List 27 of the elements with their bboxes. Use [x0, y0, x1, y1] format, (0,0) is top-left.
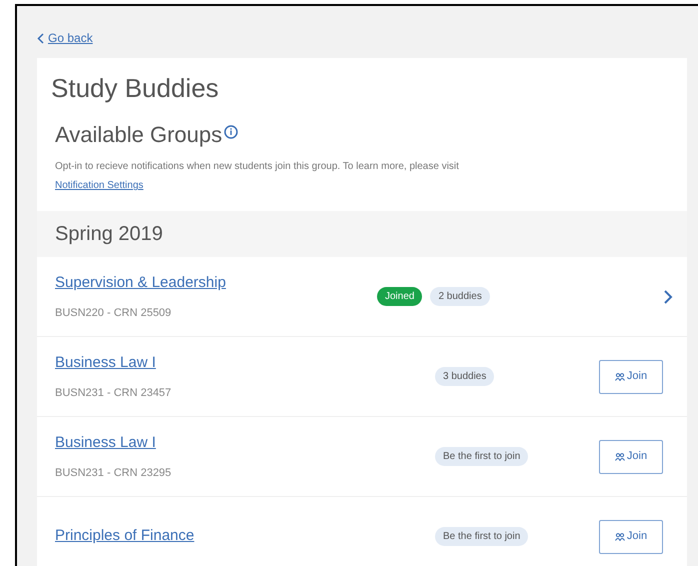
join-button[interactable]: Join	[599, 440, 663, 474]
course-link[interactable]: Supervision & Leadership	[55, 272, 226, 294]
people-icon	[614, 372, 625, 380]
buddies-badge: 2 buddies	[430, 287, 490, 306]
course-link[interactable]: Business Law I	[55, 352, 156, 374]
buddies-badge: Be the first to join	[435, 527, 528, 546]
course-code: BUSN231 - CRN 23457	[55, 386, 172, 400]
info-icon[interactable]	[224, 124, 238, 138]
section-heading: Available Groups	[55, 121, 222, 149]
description: Opt-in to recieve notifications when new students join this group. To learn more, please visit	[55, 160, 460, 174]
join-button[interactable]: Join	[599, 360, 663, 394]
people-icon	[614, 452, 625, 460]
buddies-badge: Be the first to join	[435, 447, 528, 466]
course-link[interactable]: Principles of Finance	[55, 525, 194, 548]
notification-settings-link[interactable]: Notification Settings	[55, 178, 144, 193]
joined-badge: Joined	[377, 287, 422, 306]
term-title: Spring 2019	[55, 222, 163, 247]
buddies-badge: 3 buddies	[435, 367, 494, 386]
people-icon	[614, 532, 625, 540]
course-code: BUSN220 - CRN 25509	[55, 306, 172, 320]
page-title: Study Buddies	[51, 72, 220, 104]
chevron-right-icon[interactable]	[663, 288, 673, 304]
join-button[interactable]: Join	[599, 520, 663, 554]
back-chevron-icon	[37, 32, 44, 44]
course-code: BUSN231 - CRN 23295	[55, 466, 172, 480]
go-back-link[interactable]: Go back	[37, 28, 688, 48]
course-link[interactable]: Business Law I	[55, 432, 156, 454]
